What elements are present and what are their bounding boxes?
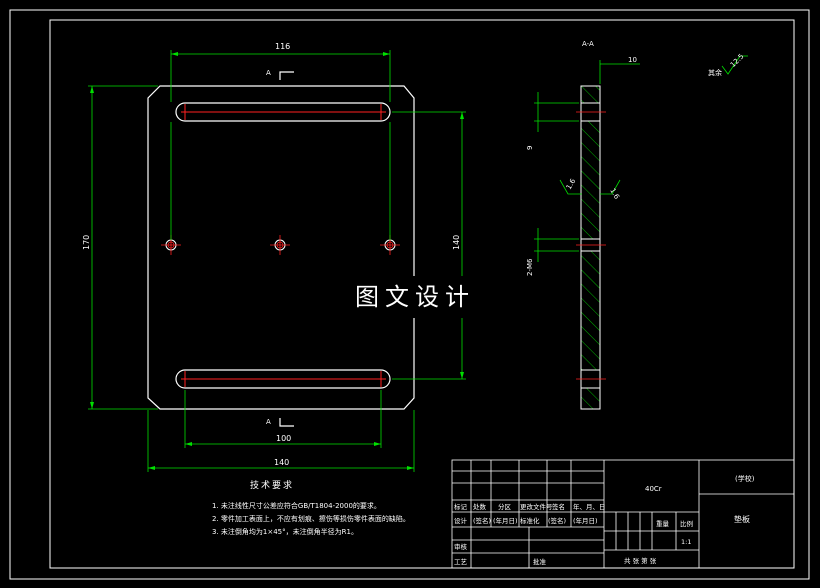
dim-left-170: 170: [82, 235, 91, 250]
tb-row2-1: (签名): [473, 516, 491, 525]
finish-label: 其余: [708, 68, 722, 77]
tb-row1-3: 更改文件号: [520, 502, 553, 511]
cad-drawing-canvas: 116 100 140 170 140 A A A-A 10 9 2-M6 1.…: [0, 0, 820, 588]
tb-scale: 比例: [680, 519, 693, 528]
roughness-right: 1.6: [608, 187, 621, 201]
tb-approve: 批准: [533, 557, 547, 566]
surface-finish-symbol: 其余 12.5: [708, 52, 748, 77]
tb-school: (学校): [735, 474, 755, 483]
section-mark-bottom: A: [266, 418, 271, 426]
threaded-holes: [161, 235, 400, 255]
tb-row2-4: (签名): [548, 516, 566, 525]
tech-requirements-title: 技术要求: [250, 481, 295, 491]
tb-row2-5: (年月日): [573, 516, 598, 525]
finish-value: 12.5: [729, 52, 746, 69]
dim-bottom-140: 140: [274, 458, 289, 467]
roughness-left: 1.6: [565, 177, 578, 191]
dim-bottom-100: 100: [276, 434, 291, 443]
tech-req-line-3: 3. 未注倒角均为1×45°，未注倒角半径为R1。: [212, 528, 358, 536]
tb-sheets: 共 张 第 张: [624, 556, 657, 565]
tb-row2-0: 设计: [454, 516, 468, 525]
front-arrowheads: [90, 52, 464, 470]
tb-row2-3: 标准化: [520, 516, 540, 525]
slot-centerlines: [181, 104, 386, 387]
dim-top-116: 116: [275, 42, 290, 51]
section-mark-top: A: [266, 69, 271, 77]
tech-req-line-1: 1. 未注线性尺寸公差应符合GB/T1804-2000的要求。: [212, 502, 381, 510]
hole-center: [270, 235, 290, 255]
dim-2-m6: 2-M6: [526, 258, 534, 276]
tb-row2-2: (年月日): [493, 516, 518, 525]
tb-row1-2: 分区: [498, 502, 512, 511]
section-view: [576, 85, 606, 410]
tb-row1-0: 标记: [454, 502, 468, 511]
front-dim-texts: 116 100 140 170 140 A A: [82, 42, 461, 467]
tb-audit: 审核: [454, 542, 468, 551]
dim-thickness-10: 10: [628, 56, 637, 64]
tb-row1-5: 年、月、日: [573, 502, 606, 511]
watermark-text: 图文设计: [336, 276, 494, 318]
tb-weight: 重量: [656, 520, 670, 528]
dim-right-140: 140: [452, 235, 461, 250]
tb-process: 工艺: [454, 558, 468, 566]
tech-requirements: 1. 未注线性尺寸公差应符合GB/T1804-2000的要求。 2. 零件加工表…: [212, 500, 410, 539]
tb-scale-value: 1:1: [681, 538, 691, 546]
tb-row1-1: 处数: [473, 502, 487, 511]
tb-material: 40Cr: [645, 485, 662, 493]
dim-9: 9: [526, 146, 534, 150]
tech-req-line-2: 2. 零件加工表面上，不应有划痕、擦伤等损伤零件表面的缺陷。: [212, 515, 410, 523]
tb-row1-4: 签名: [552, 502, 565, 511]
section-label: A-A: [582, 40, 594, 48]
tb-part-name: 垫板: [734, 514, 750, 524]
